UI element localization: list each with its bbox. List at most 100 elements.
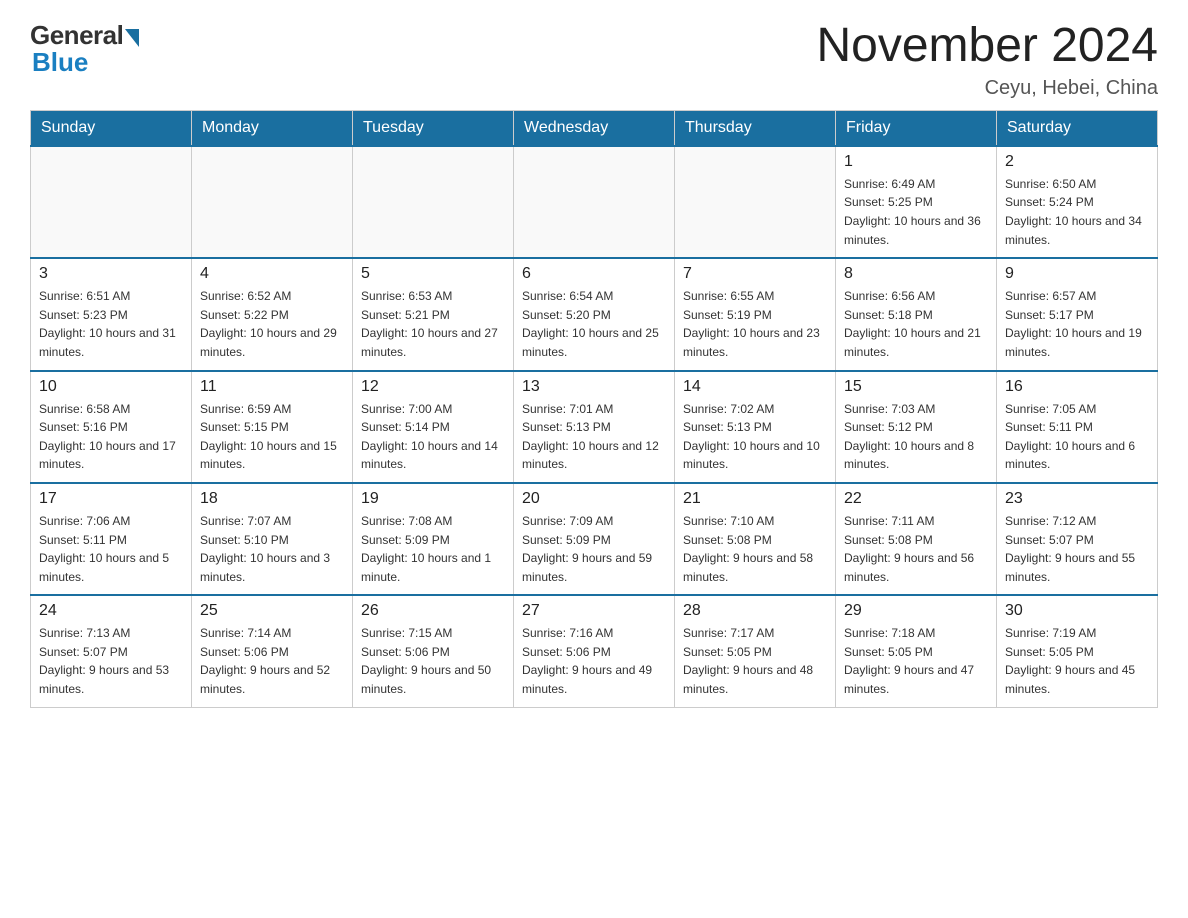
logo: General Blue <box>30 20 139 78</box>
day-info: Sunrise: 6:54 AMSunset: 5:20 PMDaylight:… <box>522 287 666 361</box>
calendar-table: SundayMondayTuesdayWednesdayThursdayFrid… <box>30 110 1158 708</box>
day-number: 10 <box>39 378 183 396</box>
day-info: Sunrise: 7:13 AMSunset: 5:07 PMDaylight:… <box>39 624 183 698</box>
day-info: Sunrise: 6:55 AMSunset: 5:19 PMDaylight:… <box>683 287 827 361</box>
calendar-day-cell: 14 Sunrise: 7:02 AMSunset: 5:13 PMDayligh… <box>675 371 836 483</box>
day-number: 23 <box>1005 490 1149 508</box>
calendar-day-cell: 7Sunrise: 6:55 AMSunset: 5:19 PMDaylight… <box>675 258 836 370</box>
day-number: 4 <box>200 265 344 283</box>
calendar-day-cell: 1Sunrise: 6:49 AMSunset: 5:25 PMDaylight… <box>836 146 997 258</box>
day-number: 21 <box>683 490 827 508</box>
day-info: Sunrise: 7:07 AMSunset: 5:10 PMDaylight:… <box>200 512 344 586</box>
day-info: Sunrise: 7:01 AMSunset: 5:13 PMDaylight:… <box>522 400 666 474</box>
calendar-day-cell: 4 Sunrise: 6:52 AMSunset: 5:22 PMDaylight… <box>192 258 353 370</box>
day-info: Sunrise: 6:53 AMSunset: 5:21 PMDaylight:… <box>361 287 505 361</box>
calendar-day-cell: 11 Sunrise: 6:59 AMSunset: 5:15 PMDayligh… <box>192 371 353 483</box>
calendar-day-cell: 15Sunrise: 7:03 AMSunset: 5:12 PMDayligh… <box>836 371 997 483</box>
weekday-header-wednesday: Wednesday <box>514 110 675 146</box>
day-number: 30 <box>1005 602 1149 620</box>
calendar-day-cell: 23 Sunrise: 7:12 AMSunset: 5:07 PMDayligh… <box>997 483 1158 595</box>
calendar-week-row: 1Sunrise: 6:49 AMSunset: 5:25 PMDaylight… <box>31 146 1158 258</box>
weekday-header-friday: Friday <box>836 110 997 146</box>
day-info: Sunrise: 6:50 AMSunset: 5:24 PMDaylight:… <box>1005 175 1149 249</box>
calendar-title: November 2024 <box>816 20 1158 73</box>
day-number: 9 <box>1005 265 1149 283</box>
calendar-day-cell: 13 Sunrise: 7:01 AMSunset: 5:13 PMDayligh… <box>514 371 675 483</box>
logo-arrow-icon <box>125 29 139 47</box>
day-number: 8 <box>844 265 988 283</box>
day-info: Sunrise: 7:17 AMSunset: 5:05 PMDaylight:… <box>683 624 827 698</box>
day-info: Sunrise: 7:00 AMSunset: 5:14 PMDaylight:… <box>361 400 505 474</box>
day-number: 5 <box>361 265 505 283</box>
day-info: Sunrise: 7:08 AMSunset: 5:09 PMDaylight:… <box>361 512 505 586</box>
title-block: November 2024 Ceyu, Hebei, China <box>816 20 1158 100</box>
weekday-header-row: SundayMondayTuesdayWednesdayThursdayFrid… <box>31 110 1158 146</box>
calendar-week-row: 17 Sunrise: 7:06 AMSunset: 5:11 PMDayligh… <box>31 483 1158 595</box>
calendar-day-cell: 22Sunrise: 7:11 AMSunset: 5:08 PMDayligh… <box>836 483 997 595</box>
calendar-day-cell: 16 Sunrise: 7:05 AMSunset: 5:11 PMDayligh… <box>997 371 1158 483</box>
weekday-header-monday: Monday <box>192 110 353 146</box>
calendar-day-cell: 29 Sunrise: 7:18 AMSunset: 5:05 PMDayligh… <box>836 595 997 707</box>
day-info: Sunrise: 7:09 AMSunset: 5:09 PMDaylight:… <box>522 512 666 586</box>
page-header: General Blue November 2024 Ceyu, Hebei, … <box>30 20 1158 100</box>
day-number: 29 <box>844 602 988 620</box>
calendar-day-cell: 17 Sunrise: 7:06 AMSunset: 5:11 PMDayligh… <box>31 483 192 595</box>
day-number: 24 <box>39 602 183 620</box>
weekday-header-sunday: Sunday <box>31 110 192 146</box>
calendar-day-cell: 26 Sunrise: 7:15 AMSunset: 5:06 PMDayligh… <box>353 595 514 707</box>
day-number: 28 <box>683 602 827 620</box>
day-number: 22 <box>844 490 988 508</box>
day-info: Sunrise: 6:51 AMSunset: 5:23 PMDaylight:… <box>39 287 183 361</box>
day-info: Sunrise: 6:56 AMSunset: 5:18 PMDaylight:… <box>844 287 988 361</box>
weekday-header-saturday: Saturday <box>997 110 1158 146</box>
calendar-day-cell: 19 Sunrise: 7:08 AMSunset: 5:09 PMDayligh… <box>353 483 514 595</box>
calendar-day-cell: 30 Sunrise: 7:19 AMSunset: 5:05 PMDayligh… <box>997 595 1158 707</box>
day-info: Sunrise: 7:19 AMSunset: 5:05 PMDaylight:… <box>1005 624 1149 698</box>
day-number: 13 <box>522 378 666 396</box>
day-number: 12 <box>361 378 505 396</box>
day-number: 18 <box>200 490 344 508</box>
day-info: Sunrise: 7:02 AMSunset: 5:13 PMDaylight:… <box>683 400 827 474</box>
day-number: 14 <box>683 378 827 396</box>
day-info: Sunrise: 7:12 AMSunset: 5:07 PMDaylight:… <box>1005 512 1149 586</box>
calendar-day-cell: 8 Sunrise: 6:56 AMSunset: 5:18 PMDaylight… <box>836 258 997 370</box>
day-number: 11 <box>200 378 344 396</box>
day-info: Sunrise: 6:57 AMSunset: 5:17 PMDaylight:… <box>1005 287 1149 361</box>
calendar-day-cell: 9 Sunrise: 6:57 AMSunset: 5:17 PMDaylight… <box>997 258 1158 370</box>
day-info: Sunrise: 7:15 AMSunset: 5:06 PMDaylight:… <box>361 624 505 698</box>
calendar-day-cell <box>192 146 353 258</box>
calendar-day-cell <box>675 146 836 258</box>
calendar-day-cell <box>31 146 192 258</box>
day-number: 3 <box>39 265 183 283</box>
calendar-day-cell: 24 Sunrise: 7:13 AMSunset: 5:07 PMDayligh… <box>31 595 192 707</box>
calendar-day-cell: 5 Sunrise: 6:53 AMSunset: 5:21 PMDaylight… <box>353 258 514 370</box>
day-info: Sunrise: 7:05 AMSunset: 5:11 PMDaylight:… <box>1005 400 1149 474</box>
calendar-day-cell: 6 Sunrise: 6:54 AMSunset: 5:20 PMDaylight… <box>514 258 675 370</box>
calendar-week-row: 10 Sunrise: 6:58 AMSunset: 5:16 PMDayligh… <box>31 371 1158 483</box>
day-info: Sunrise: 7:18 AMSunset: 5:05 PMDaylight:… <box>844 624 988 698</box>
calendar-week-row: 24 Sunrise: 7:13 AMSunset: 5:07 PMDayligh… <box>31 595 1158 707</box>
day-number: 25 <box>200 602 344 620</box>
day-number: 6 <box>522 265 666 283</box>
day-info: Sunrise: 6:59 AMSunset: 5:15 PMDaylight:… <box>200 400 344 474</box>
day-number: 19 <box>361 490 505 508</box>
day-info: Sunrise: 7:06 AMSunset: 5:11 PMDaylight:… <box>39 512 183 586</box>
calendar-day-cell: 28 Sunrise: 7:17 AMSunset: 5:05 PMDayligh… <box>675 595 836 707</box>
day-number: 16 <box>1005 378 1149 396</box>
day-info: Sunrise: 6:58 AMSunset: 5:16 PMDaylight:… <box>39 400 183 474</box>
calendar-day-cell: 18 Sunrise: 7:07 AMSunset: 5:10 PMDayligh… <box>192 483 353 595</box>
day-info: Sunrise: 7:16 AMSunset: 5:06 PMDaylight:… <box>522 624 666 698</box>
day-number: 15 <box>844 378 988 396</box>
calendar-day-cell: 12 Sunrise: 7:00 AMSunset: 5:14 PMDayligh… <box>353 371 514 483</box>
weekday-header-thursday: Thursday <box>675 110 836 146</box>
calendar-day-cell: 21 Sunrise: 7:10 AMSunset: 5:08 PMDayligh… <box>675 483 836 595</box>
day-number: 26 <box>361 602 505 620</box>
calendar-week-row: 3 Sunrise: 6:51 AMSunset: 5:23 PMDaylight… <box>31 258 1158 370</box>
day-info: Sunrise: 7:10 AMSunset: 5:08 PMDaylight:… <box>683 512 827 586</box>
day-info: Sunrise: 6:52 AMSunset: 5:22 PMDaylight:… <box>200 287 344 361</box>
calendar-day-cell: 20Sunrise: 7:09 AMSunset: 5:09 PMDayligh… <box>514 483 675 595</box>
calendar-location: Ceyu, Hebei, China <box>816 77 1158 100</box>
calendar-day-cell <box>514 146 675 258</box>
day-number: 17 <box>39 490 183 508</box>
calendar-day-cell: 10 Sunrise: 6:58 AMSunset: 5:16 PMDayligh… <box>31 371 192 483</box>
